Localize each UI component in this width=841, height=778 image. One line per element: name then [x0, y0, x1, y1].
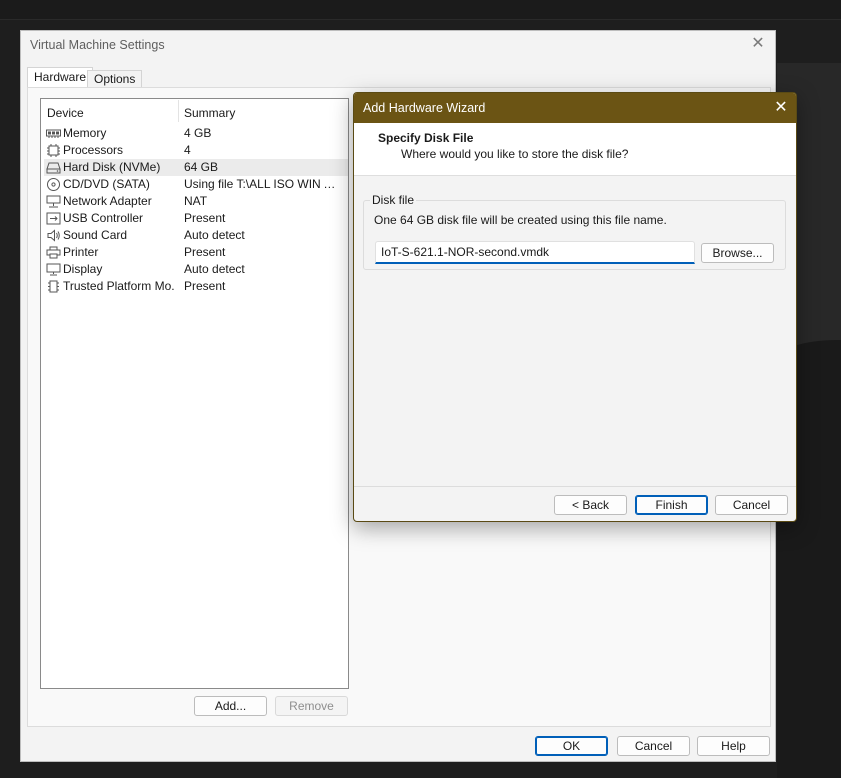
- background-top-bar: [0, 0, 841, 20]
- device-name: Network Adapter: [63, 194, 152, 208]
- wizard-title: Add Hardware Wizard: [363, 101, 486, 115]
- device-row-sound-card[interactable]: Sound Card Auto detect: [44, 227, 348, 244]
- tab-hardware[interactable]: Hardware: [27, 67, 94, 88]
- window-title: Virtual Machine Settings: [30, 38, 165, 52]
- wizard-step-subtitle: Where would you like to store the disk f…: [401, 147, 629, 161]
- network-icon: [46, 195, 61, 208]
- device-name: Trusted Platform Mo...: [63, 279, 175, 293]
- device-summary: Using file T:\ALL ISO WIN AN...: [184, 177, 339, 191]
- memory-icon: [46, 129, 61, 138]
- wizard-step-title: Specify Disk File: [378, 131, 474, 145]
- disk-file-group: Disk file One 64 GB disk file will be cr…: [363, 193, 786, 270]
- device-name: Processors: [63, 143, 124, 157]
- hard-disk-icon: [46, 162, 61, 174]
- tpm-chip-icon: [48, 280, 59, 293]
- device-name: Hard Disk (NVMe): [63, 160, 161, 174]
- cancel-button[interactable]: Cancel: [617, 736, 690, 756]
- device-row-display[interactable]: Display Auto detect: [44, 261, 348, 278]
- device-summary: Present: [184, 279, 226, 293]
- printer-icon: [46, 246, 61, 259]
- back-button[interactable]: < Back: [554, 495, 627, 515]
- device-name: USB Controller: [63, 211, 144, 225]
- device-name: Display: [63, 262, 103, 276]
- column-divider[interactable]: [178, 100, 179, 122]
- footer-divider: [354, 486, 796, 487]
- device-row-processors[interactable]: Processors 4: [44, 142, 348, 159]
- processor-icon: [47, 144, 60, 157]
- device-summary: 4: [184, 143, 191, 157]
- device-row-memory[interactable]: Memory 4 GB: [44, 125, 348, 142]
- ok-button[interactable]: OK: [535, 736, 608, 756]
- device-summary: 64 GB: [184, 160, 219, 174]
- device-summary: Auto detect: [184, 262, 245, 276]
- disk-file-description: One 64 GB disk file will be created usin…: [374, 213, 667, 227]
- close-icon[interactable]: ✕: [749, 35, 767, 53]
- wizard-titlebar[interactable]: Add Hardware Wizard ✕: [354, 93, 796, 123]
- browse-button[interactable]: Browse...: [701, 243, 774, 263]
- column-header-summary[interactable]: Summary: [184, 106, 235, 120]
- column-header-device[interactable]: Device: [47, 106, 84, 120]
- wizard-cancel-button[interactable]: Cancel: [715, 495, 788, 515]
- cd-dvd-icon: [47, 178, 60, 191]
- add-button[interactable]: Add...: [194, 696, 267, 716]
- monitor-icon: [46, 263, 61, 276]
- device-row-hard-disk[interactable]: Hard Disk (NVMe) 64 GB: [44, 159, 348, 176]
- tab-options[interactable]: Options: [87, 70, 143, 87]
- remove-button[interactable]: Remove: [275, 696, 348, 716]
- device-row-network-adapter[interactable]: Network Adapter NAT: [44, 193, 348, 210]
- speaker-icon: [47, 229, 60, 242]
- device-row-trusted-platform-module[interactable]: Trusted Platform Mo... Present: [44, 278, 348, 295]
- device-row-printer[interactable]: Printer Present: [44, 244, 348, 261]
- close-icon[interactable]: ✕: [772, 98, 790, 118]
- device-summary: Auto detect: [184, 228, 245, 242]
- device-name: Memory: [63, 126, 107, 140]
- disk-file-name-input[interactable]: [375, 241, 695, 264]
- usb-icon: [46, 212, 61, 225]
- add-hardware-wizard: Add Hardware Wizard ✕ Specify Disk File …: [353, 92, 797, 522]
- finish-button[interactable]: Finish: [635, 495, 708, 515]
- device-name: Sound Card: [63, 228, 128, 242]
- device-summary: Present: [184, 211, 226, 225]
- device-row-cd-dvd[interactable]: CD/DVD (SATA) Using file T:\ALL ISO WIN …: [44, 176, 348, 193]
- device-summary: Present: [184, 245, 226, 259]
- group-label: Disk file: [370, 193, 417, 207]
- device-summary: 4 GB: [184, 126, 212, 140]
- device-name: CD/DVD (SATA): [63, 177, 150, 191]
- device-list[interactable]: Device Summary Memory 4 GB Processors 4 …: [40, 98, 349, 689]
- device-summary: NAT: [184, 194, 208, 208]
- wizard-header: Specify Disk File Where would you like t…: [354, 123, 796, 176]
- device-name: Printer: [63, 245, 99, 259]
- device-row-usb-controller[interactable]: USB Controller Present: [44, 210, 348, 227]
- help-button[interactable]: Help: [697, 736, 770, 756]
